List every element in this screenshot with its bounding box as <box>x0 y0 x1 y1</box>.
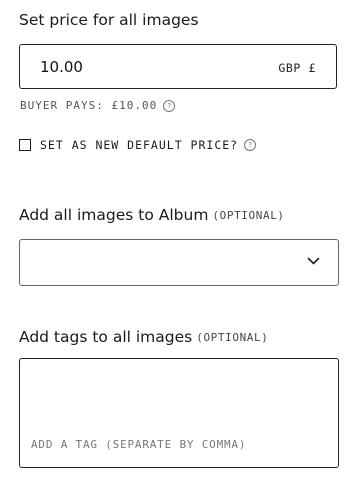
album-section-title: Add all images to Album (OPTIONAL) <box>19 206 285 224</box>
album-title-text: Add all images to Album <box>19 206 209 224</box>
default-price-row[interactable]: SET AS NEW DEFAULT PRICE? ? <box>19 138 257 152</box>
tags-title-text: Add tags to all images <box>19 328 193 346</box>
price-input[interactable]: 10.00 GBP £ <box>19 44 337 89</box>
price-value[interactable]: 10.00 <box>40 58 83 76</box>
buyer-pays-text: BUYER PAYS: £10.00 <box>20 99 158 112</box>
tags-optional-tag: (OPTIONAL) <box>196 331 269 344</box>
question-circle-icon[interactable]: ? <box>244 139 257 151</box>
buyer-pays-row: BUYER PAYS: £10.00 ? <box>20 99 176 112</box>
currency-label: GBP £ <box>278 61 316 75</box>
question-circle-icon[interactable]: ? <box>163 99 176 112</box>
album-optional-tag: (OPTIONAL) <box>212 209 285 222</box>
price-section-title: Set price for all images <box>19 11 199 29</box>
chevron-down-icon[interactable] <box>307 257 320 266</box>
album-select[interactable] <box>19 239 339 286</box>
tags-input[interactable]: ADD A TAG (SEPARATE BY COMMA) <box>19 358 339 468</box>
tags-placeholder[interactable]: ADD A TAG (SEPARATE BY COMMA) <box>31 438 246 451</box>
tags-section-title: Add tags to all images (OPTIONAL) <box>19 328 268 346</box>
default-price-label[interactable]: SET AS NEW DEFAULT PRICE? <box>40 138 238 152</box>
default-price-checkbox[interactable] <box>19 139 31 151</box>
